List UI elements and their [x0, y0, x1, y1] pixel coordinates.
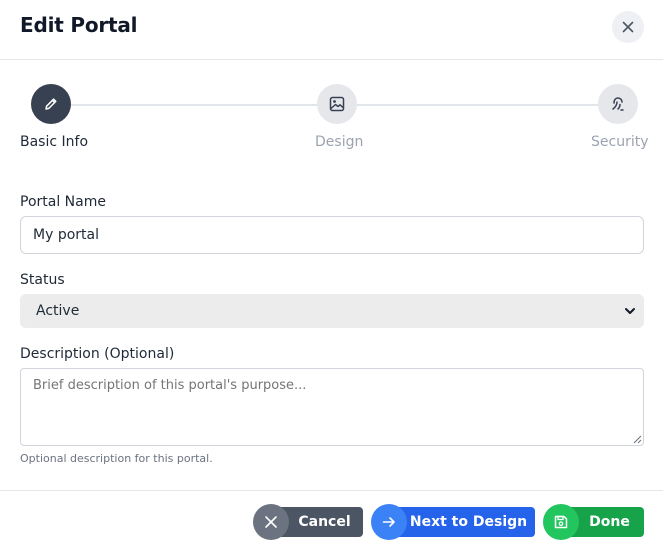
- next-button-label: Next to Design: [409, 514, 528, 530]
- description-textarea[interactable]: [20, 368, 644, 446]
- portal-name-label: Portal Name: [20, 194, 106, 210]
- cancel-button-label: Cancel: [298, 514, 351, 530]
- step-label-basic-info: Basic Info: [20, 134, 89, 150]
- arrow-right-icon: [382, 517, 395, 527]
- next-to-design-button[interactable]: Next to Design: [386, 507, 535, 537]
- description-help-text: Optional description for this portal.: [20, 452, 213, 465]
- resize-handle-icon[interactable]: [633, 435, 642, 444]
- step-connector: [356, 104, 598, 106]
- chevron-down-icon: [625, 308, 635, 314]
- next-icon-badge[interactable]: [371, 504, 407, 540]
- save-icon: [554, 515, 568, 529]
- step-label-design: Design: [315, 134, 364, 150]
- step-basic-info[interactable]: [31, 84, 71, 124]
- pencil-icon: [45, 98, 57, 110]
- image-icon: [329, 96, 345, 112]
- x-icon: [265, 516, 277, 528]
- stepper: Basic Info Design Security: [0, 84, 663, 154]
- cancel-icon-badge[interactable]: [253, 504, 289, 540]
- fingerprint-icon: [612, 97, 624, 111]
- close-icon: [622, 21, 634, 33]
- close-button[interactable]: [612, 11, 644, 43]
- page-title: Edit Portal: [20, 13, 138, 37]
- portal-name-input[interactable]: [20, 216, 644, 254]
- step-design[interactable]: [317, 84, 357, 124]
- step-security[interactable]: [598, 84, 638, 124]
- done-icon-badge[interactable]: [543, 504, 579, 540]
- step-connector: [70, 104, 318, 106]
- step-label-security: Security: [591, 134, 649, 150]
- modal-header: Edit Portal: [0, 0, 663, 60]
- description-label: Description (Optional): [20, 346, 175, 362]
- status-select[interactable]: Active: [20, 294, 644, 328]
- status-selected-value: Active: [36, 303, 80, 319]
- status-label: Status: [20, 272, 65, 288]
- done-button-label: Done: [589, 514, 630, 530]
